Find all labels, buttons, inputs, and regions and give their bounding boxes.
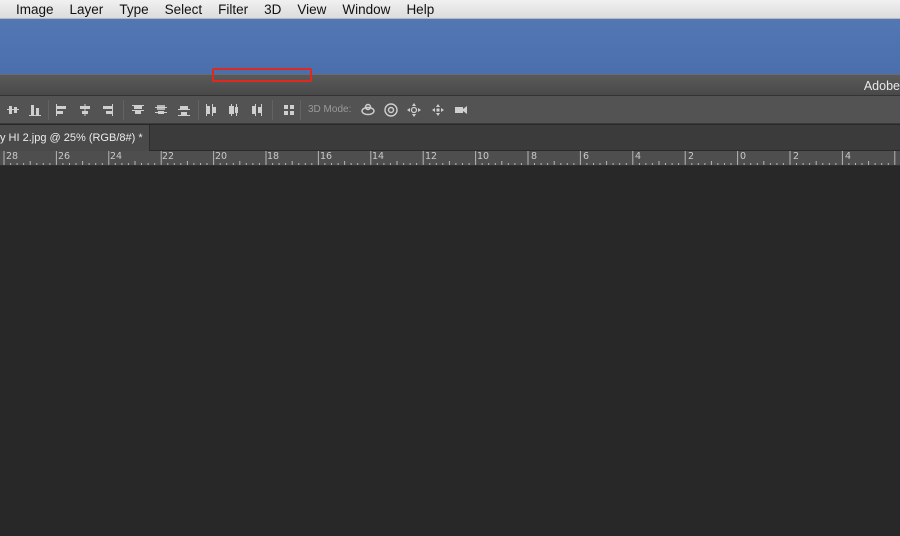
scale-3d-camera-icon[interactable] bbox=[453, 102, 469, 118]
distribute-right-edges-icon[interactable] bbox=[249, 102, 265, 118]
rotate-3d-icon[interactable] bbox=[360, 102, 376, 118]
canvas-area[interactable] bbox=[0, 167, 900, 536]
slide-3d-icon[interactable] bbox=[430, 102, 446, 118]
ruler-label: 26 bbox=[58, 151, 71, 162]
ruler-label: 12 bbox=[425, 151, 438, 162]
distribute-bottom-edges-icon[interactable] bbox=[176, 102, 192, 118]
app-title-bar[interactable]: Adobe bbox=[0, 74, 900, 96]
options-separator bbox=[272, 100, 273, 120]
align-right-edges-icon[interactable] bbox=[100, 102, 116, 118]
ruler-label: 8 bbox=[531, 151, 538, 162]
menu-select[interactable]: Select bbox=[157, 0, 211, 19]
document-tab-title: y HI 2.jpg @ 25% (RGB/8#) * bbox=[0, 132, 143, 144]
distribute-vertical-centers-icon[interactable] bbox=[153, 102, 169, 118]
horizontal-ruler[interactable]: 28 26 24 22 20 18 16 14 12 10 8 6 4 2 0 … bbox=[0, 151, 900, 166]
menu-layer[interactable]: Layer bbox=[62, 0, 112, 19]
options-separator bbox=[123, 100, 124, 120]
menu-type[interactable]: Type bbox=[111, 0, 156, 19]
drag-3d-icon[interactable] bbox=[406, 102, 422, 118]
document-tab-bar: y HI 2.jpg @ 25% (RGB/8#) * bbox=[0, 125, 900, 151]
menu-bar: Image Layer Type Select Filter 3D View W… bbox=[0, 0, 900, 19]
ruler-label: 20 bbox=[215, 151, 228, 162]
ruler-label: 2 bbox=[793, 151, 800, 162]
ruler-label: 18 bbox=[267, 151, 280, 162]
menu-help[interactable]: Help bbox=[398, 0, 442, 19]
auto-align-layers-icon[interactable] bbox=[281, 102, 297, 118]
desktop-background bbox=[0, 19, 900, 74]
menu-window[interactable]: Window bbox=[334, 0, 398, 19]
menu-image[interactable]: Image bbox=[0, 0, 62, 19]
menu-3d[interactable]: 3D bbox=[256, 0, 289, 19]
ruler-ticks bbox=[3, 151, 896, 165]
ruler-label: 4 bbox=[635, 151, 642, 162]
ruler-label: 16 bbox=[320, 151, 333, 162]
ruler-label: 4 bbox=[845, 151, 852, 162]
align-bottom-edges-icon[interactable] bbox=[27, 102, 43, 118]
roll-3d-icon[interactable] bbox=[383, 102, 399, 118]
app-title: Adobe bbox=[863, 79, 900, 93]
distribute-horizontal-centers-icon[interactable] bbox=[226, 102, 242, 118]
distribute-horizontal-center-icon[interactable] bbox=[5, 102, 21, 118]
align-left-edges-icon[interactable] bbox=[53, 102, 69, 118]
3d-mode-label: 3D Mode: bbox=[308, 104, 352, 115]
menu-view[interactable]: View bbox=[289, 0, 334, 19]
align-horizontal-centers-icon[interactable] bbox=[77, 102, 93, 118]
options-separator bbox=[48, 100, 49, 120]
options-separator bbox=[300, 100, 301, 120]
ruler-label: 24 bbox=[110, 151, 123, 162]
ruler-label: 2 bbox=[688, 151, 695, 162]
options-separator bbox=[198, 100, 199, 120]
ruler-label: 28 bbox=[6, 151, 19, 162]
ruler-label: 6 bbox=[583, 151, 590, 162]
ruler-label: 14 bbox=[372, 151, 385, 162]
distribute-top-edges-icon[interactable] bbox=[130, 102, 146, 118]
options-bar: 3D Mode: bbox=[0, 96, 900, 124]
highlight-annotation-box bbox=[212, 68, 312, 82]
ruler-label: 10 bbox=[477, 151, 490, 162]
document-tab[interactable]: y HI 2.jpg @ 25% (RGB/8#) * bbox=[0, 125, 150, 151]
ruler-label: 22 bbox=[162, 151, 175, 162]
distribute-left-edges-icon[interactable] bbox=[203, 102, 219, 118]
ruler-label: 0 bbox=[740, 151, 747, 162]
menu-filter[interactable]: Filter bbox=[210, 0, 256, 19]
